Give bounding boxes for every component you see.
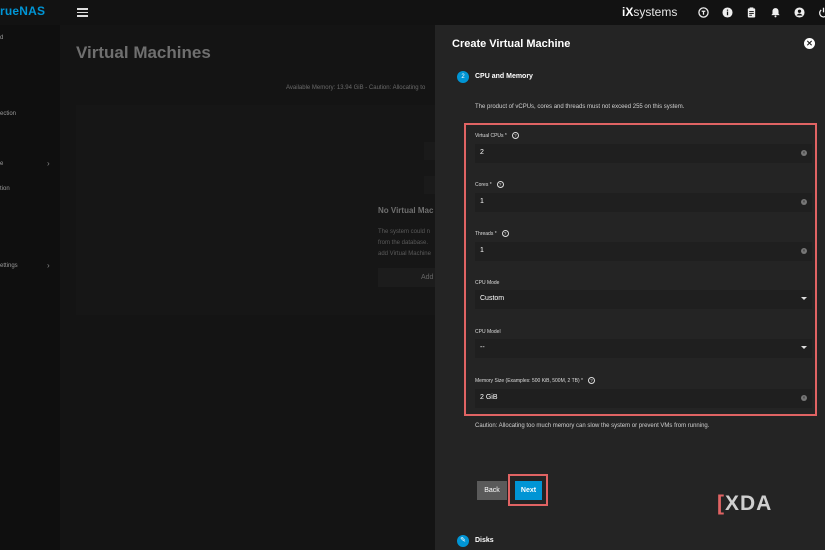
panel-title: Create Virtual Machine (452, 38, 571, 50)
cpu-model-select[interactable]: -- (475, 339, 812, 358)
truecommand-icon[interactable] (698, 7, 709, 18)
cores-input[interactable]: 1 × (475, 193, 812, 212)
sidebar-item-system-settings[interactable]: ettings (0, 263, 18, 269)
sidebar-item-dashboard[interactable]: d (0, 35, 3, 41)
sidebar-item-share[interactable]: e (0, 161, 3, 167)
memory-caution: Caution: Allocating too much memory can … (475, 423, 710, 429)
clear-icon[interactable]: × (801, 150, 807, 156)
power-icon[interactable] (818, 7, 825, 18)
create-vm-panel: Create Virtual Machine ✕ 2 CPU and Memor… (435, 25, 825, 550)
notifications-icon[interactable] (770, 7, 781, 18)
memory-value: 2 GiB (480, 394, 498, 401)
chevron-right-icon: › (47, 261, 50, 270)
cpu-mode-value: Custom (480, 295, 505, 302)
brand-prefix: iX (622, 5, 634, 19)
vcpus-label: Virtual CPUs *? (475, 132, 519, 139)
highlight-box (464, 123, 817, 416)
top-bar: rueNAS iXsystems (0, 0, 825, 25)
ixsystems-logo: iXsystems (622, 5, 677, 19)
watermark-bracket-icon: [ (717, 492, 725, 515)
empty-state-line: The system could n (378, 229, 431, 235)
xda-watermark: [XDA (717, 492, 772, 516)
sidebar: d ection e › tion ettings › (0, 25, 60, 550)
close-button[interactable]: ✕ (804, 38, 815, 49)
task-manager-icon[interactable] (746, 7, 757, 18)
chevron-right-icon: › (47, 159, 50, 168)
help-icon[interactable]: ? (588, 377, 596, 384)
memory-label: Memory Size (Examples: 500 KiB, 500M, 2 … (475, 377, 596, 384)
empty-state-title: No Virtual Mac (378, 206, 434, 215)
available-memory-text: Available Memory: 13.94 GiB - Caution: A… (286, 85, 426, 91)
help-icon[interactable]: ? (501, 230, 509, 237)
vcpus-value: 2 (480, 149, 484, 156)
account-icon[interactable] (794, 7, 805, 18)
page-title: Virtual Machines (76, 43, 211, 62)
next-button[interactable]: Next (515, 481, 542, 500)
cpu-mode-select[interactable]: Custom (475, 290, 812, 309)
threads-value: 1 (480, 247, 484, 254)
cpu-model-value: -- (480, 344, 485, 351)
memory-label-text: Memory Size (Examples: 500 KiB, 500M, 2 … (475, 377, 584, 384)
main-content: Virtual Machines Available Memory: 13.94… (60, 25, 438, 550)
step-label-disks[interactable]: Disks (475, 537, 494, 544)
chevron-down-icon (801, 297, 807, 300)
clear-icon[interactable]: × (801, 248, 807, 254)
back-button[interactable]: Back (477, 481, 507, 500)
threads-label: Threads *? (475, 230, 509, 237)
threads-input[interactable]: 1 × (475, 242, 812, 261)
vcpus-input[interactable]: 2 × (475, 144, 812, 163)
empty-state-line: from the database. (378, 240, 429, 246)
step-number-badge[interactable]: 2 (457, 71, 469, 83)
clear-icon[interactable]: × (801, 395, 807, 401)
info-icon[interactable] (722, 7, 733, 18)
sidebar-item-application[interactable]: tion (0, 186, 10, 192)
brand-text: systems (633, 5, 678, 19)
threads-label-text: Threads * (475, 230, 497, 237)
watermark-text: XDA (725, 492, 773, 515)
chevron-down-icon (801, 346, 807, 349)
memory-input[interactable]: 2 GiB × (475, 389, 812, 408)
next-highlight: Next (508, 474, 548, 506)
product-note: The product of vCPUs, cores and threads … (475, 104, 685, 110)
cpu-mode-label: CPU Mode (475, 280, 500, 286)
clear-icon[interactable]: × (801, 199, 807, 205)
cores-label-text: Cores * (475, 181, 492, 188)
step-label[interactable]: CPU and Memory (475, 73, 533, 80)
empty-state-line: add Virtual Machine (378, 251, 431, 257)
sidebar-item-data-protection[interactable]: ection (0, 111, 16, 117)
help-icon[interactable]: ? (511, 132, 519, 139)
cores-label: Cores *? (475, 181, 504, 188)
add-vm-button[interactable]: Add (378, 268, 438, 287)
help-icon[interactable]: ? (496, 181, 504, 188)
pencil-icon[interactable]: ✎ (457, 535, 469, 547)
cores-value: 1 (480, 198, 484, 205)
vcpus-label-text: Virtual CPUs * (475, 132, 507, 139)
cpu-model-label: CPU Model (475, 329, 501, 335)
truenas-logo[interactable]: rueNAS (0, 4, 45, 18)
menu-icon[interactable] (77, 8, 88, 17)
